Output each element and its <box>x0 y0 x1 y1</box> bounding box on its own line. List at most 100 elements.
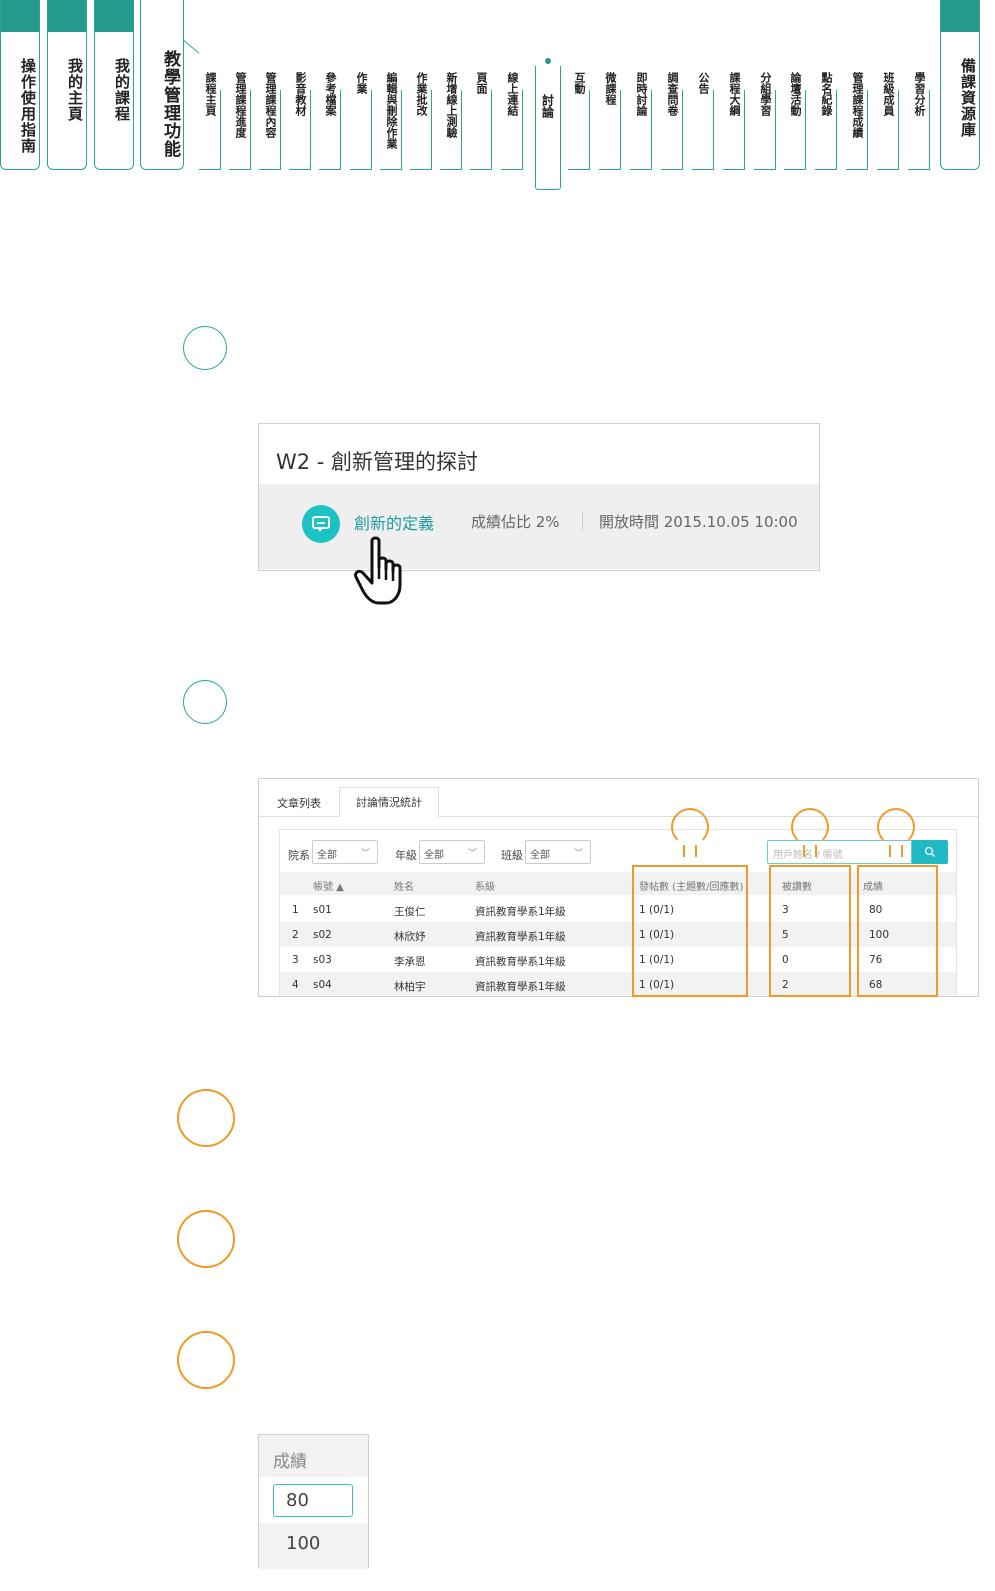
sub-item-label: 頁面 <box>475 72 488 94</box>
column-header-account[interactable]: 帳號 ▲ <box>313 878 344 893</box>
table-row: 4 s04 林柏宇 資訊教育學系1年級 1 (0/1) 2 68 <box>280 972 956 996</box>
tab-cap <box>941 0 979 32</box>
account-cell: s02 <box>313 929 332 941</box>
sub-item-files[interactable]: 參考檔案 <box>319 72 341 170</box>
name-cell: 林柏宇 <box>394 981 426 993</box>
sub-item-label: 點名紀錄 <box>820 72 833 116</box>
filter-select-grade[interactable]: 全部 ﹀ <box>419 840 485 864</box>
sub-item-label: 管理課程進度 <box>234 72 247 138</box>
sub-item-label: 作業 <box>355 72 368 94</box>
nav-tab-teaching-management[interactable]: 教學管理功能 <box>140 0 184 170</box>
callout-tail <box>889 845 903 857</box>
row-index: 4 <box>292 979 299 991</box>
sub-item-label: 公告 <box>697 72 710 94</box>
department-cell: 資訊教育學系1年級 <box>475 981 566 993</box>
chevron-down-icon: ﹀ <box>467 849 477 859</box>
sub-item-attendance[interactable]: 點名紀錄 <box>815 72 837 170</box>
step-marker-score <box>177 1331 235 1389</box>
sub-item-micro-course[interactable]: 微課程 <box>599 72 621 170</box>
sub-item-syllabus[interactable]: 課程大綱 <box>723 72 745 170</box>
step-marker-1 <box>183 326 227 370</box>
account-cell: s01 <box>313 904 332 916</box>
sub-item-course-grades[interactable]: 管理課程成績 <box>846 72 868 170</box>
account-cell: s03 <box>313 954 332 966</box>
sub-item-homework[interactable]: 作業 <box>350 72 372 170</box>
active-indicator-dot <box>545 58 551 64</box>
table-row: 2 s02 林欣妤 資訊教育學系1年級 1 (0/1) 5 100 <box>280 922 956 947</box>
sub-item-forum[interactable]: 論壇活動 <box>784 72 806 170</box>
sub-item-label: 討論 <box>540 94 555 118</box>
sub-item-label: 學習分析 <box>913 72 926 116</box>
sub-item-survey[interactable]: 調查問卷 <box>661 72 683 170</box>
filter-label-class: 班級 <box>501 849 523 862</box>
grade-header-label: 成績 <box>273 1452 307 1472</box>
discussion-card: W2 - 創新管理的探討 創新的定義 成績佔比 2% 開放時間 2015.10.… <box>258 423 820 571</box>
sub-item-page[interactable]: 頁面 <box>470 72 492 170</box>
tab-discussion-stats[interactable]: 討論情況統計 <box>339 787 439 817</box>
sub-item-group-learning[interactable]: 分組學習 <box>754 72 776 170</box>
tab-cap <box>1 0 39 32</box>
callout-tail <box>803 845 817 857</box>
sub-item-label: 互動 <box>573 72 586 94</box>
sub-item-label: 作業批改 <box>415 72 428 116</box>
top-navigation: 操作使用指南 我的主頁 我的課程 教學管理功能 課程主頁 管理課程進度 管理課程… <box>0 0 995 195</box>
sub-item-members[interactable]: 班級成員 <box>877 72 899 170</box>
sub-item-edit-homework[interactable]: 編輯與刪除作業 <box>380 72 402 170</box>
chat-bubble-icon <box>312 516 330 532</box>
sub-item-label: 編輯與刪除作業 <box>385 72 398 149</box>
name-cell: 李承恩 <box>394 956 426 968</box>
sub-item-label: 線上連結 <box>506 72 519 116</box>
tab-article-list[interactable]: 文章列表 <box>277 795 321 811</box>
hand-pointer-icon <box>354 536 402 605</box>
sub-item-live-discussion[interactable]: 即時討論 <box>630 72 652 170</box>
step-marker-2 <box>183 680 227 724</box>
filter-select-class[interactable]: 全部 ﹀ <box>525 840 591 864</box>
tab-cap <box>95 0 133 32</box>
sub-item-grading[interactable]: 作業批改 <box>410 72 432 170</box>
filter-label-grade: 年級 <box>395 849 417 862</box>
nav-tab-label: 教學管理功能 <box>160 50 180 158</box>
sub-item-interaction[interactable]: 互動 <box>568 72 590 170</box>
nav-tab-resource-library[interactable]: 備課資源庫 <box>940 0 980 170</box>
topic-link[interactable]: 創新的定義 <box>354 510 434 534</box>
sub-item-label: 論壇活動 <box>789 72 802 116</box>
filter-label-department: 院系 <box>288 849 310 862</box>
sub-item-label: 參考檔案 <box>324 72 337 116</box>
sub-item-label: 影音教材 <box>294 72 307 116</box>
divider <box>582 511 583 531</box>
sub-item-label: 分組學習 <box>759 72 772 116</box>
table-header <box>280 872 956 895</box>
callout-marker-score <box>877 808 915 846</box>
filter-select-department[interactable]: 全部 ﹀ <box>312 840 378 864</box>
sub-item-course-home[interactable]: 課程主頁 <box>199 72 221 170</box>
grade-input[interactable]: 80 <box>273 1484 353 1517</box>
name-cell: 王俊仁 <box>394 906 426 918</box>
account-cell: s04 <box>313 979 332 991</box>
nav-tab-label: 我的主頁 <box>66 58 84 122</box>
row-index: 1 <box>292 904 299 916</box>
sub-item-label: 微課程 <box>604 72 617 105</box>
department-cell: 資訊教育學系1年級 <box>475 931 566 943</box>
sub-item-analytics[interactable]: 學習分析 <box>908 72 930 170</box>
sub-item-discussion[interactable]: 討論 <box>535 66 561 190</box>
grade-edit-example: 成績 80 100 <box>258 1434 369 1569</box>
sub-item-content[interactable]: 管理課程內容 <box>259 72 281 170</box>
chevron-down-icon: ﹀ <box>360 849 370 859</box>
nav-tab-homepage[interactable]: 我的主頁 <box>47 0 87 170</box>
sub-item-links[interactable]: 線上連結 <box>501 72 523 170</box>
grade-value[interactable]: 100 <box>286 1533 320 1554</box>
row-index: 3 <box>292 954 299 966</box>
sub-item-label: 課程主頁 <box>204 72 217 116</box>
discussion-icon <box>302 505 340 543</box>
search-button[interactable] <box>912 840 948 864</box>
sub-item-new-quiz[interactable]: 新增線上測驗 <box>440 72 462 170</box>
sub-item-label: 新增線上測驗 <box>445 72 458 138</box>
sub-item-progress[interactable]: 管理課程進度 <box>229 72 251 170</box>
week-title: W2 - 創新管理的探討 <box>276 450 479 474</box>
nav-tab-guide[interactable]: 操作使用指南 <box>0 0 40 170</box>
sub-item-media[interactable]: 影音教材 <box>289 72 311 170</box>
sub-item-label: 調查問卷 <box>666 72 679 116</box>
nav-tab-my-courses[interactable]: 我的課程 <box>94 0 134 170</box>
sub-item-announcement[interactable]: 公告 <box>692 72 714 170</box>
name-cell: 林欣妤 <box>394 931 426 943</box>
